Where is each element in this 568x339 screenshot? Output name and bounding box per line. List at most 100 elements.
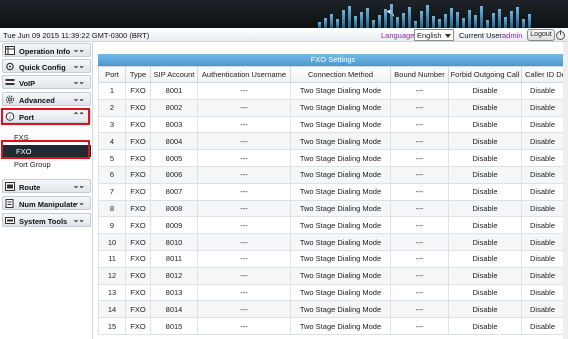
table-row[interactable]: 12 FXO 8012 --- Two Stage Dialing Mode --- Dis… (98, 266, 568, 285)
table-cell: FXO (125, 300, 151, 319)
table-cell: --- (197, 283, 291, 302)
gear-hand-icon (6, 62, 14, 71)
scrollbar[interactable] (563, 42, 568, 339)
table-row[interactable]: 6 FXO 8006 --- Two Stage Dialing Mode --- Disa… (98, 165, 568, 184)
equalizer-bar (372, 20, 375, 28)
sidebar: Operation Info ⌄⌄ Quick Config ⌄⌄ VoIP ⌄… (0, 42, 93, 339)
table-row[interactable]: 4 FXO 8004 --- Two Stage Dialing Mode --- Disa… (98, 132, 568, 151)
table-cell: --- (197, 82, 291, 100)
table-row[interactable]: 3 FXO 8003 --- Two Stage Dialing Mode --- Disa… (98, 115, 568, 134)
table-row[interactable]: 13 FXO 8013 --- Two Stage Dialing Mode --- Dis… (98, 283, 568, 302)
column-header: Bound Number (390, 66, 449, 83)
table-row[interactable]: 7 FXO 8007 --- Two Stage Dialing Mode --- Disa… (98, 182, 568, 201)
table-cell: --- (390, 199, 449, 218)
table-cell: --- (197, 165, 291, 184)
table-cell: --- (197, 98, 291, 117)
table-cell: Two Stage Dialing Mode (290, 165, 391, 184)
table-cell: --- (197, 132, 291, 151)
fxo-settings-table: Port Type SIP Account Authentication Use… (98, 66, 568, 335)
equalizer-bar (444, 14, 447, 28)
table-cell: 8009 (150, 216, 198, 235)
table-cell: Disable (448, 98, 522, 117)
table-cell: Disable (448, 82, 522, 100)
table-row[interactable]: 5 FXO 8005 --- Two Stage Dialing Mode --- Disa… (98, 149, 568, 167)
sidebar-item-num-manipulate[interactable]: Num Manipulate ⌄⌄ (2, 196, 91, 210)
table-cell: Two Stage Dialing Mode (290, 98, 391, 117)
table-header-row: Port Type SIP Account Authentication Use… (98, 66, 568, 83)
table-cell: Disable (521, 317, 568, 335)
table-cell: FXO (125, 132, 151, 151)
table-row[interactable]: 10 FXO 8010 --- Two Stage Dialing Mode --- Dis… (98, 233, 568, 251)
equalizer-bar (378, 15, 381, 28)
language-label: Language (381, 31, 415, 40)
equalizer-bar (438, 19, 441, 28)
table-cell: --- (390, 249, 449, 268)
table-row[interactable]: 11 FXO 8011 --- Two Stage Dialing Mode --- Dis… (98, 249, 568, 268)
equalizer-bar (456, 12, 459, 28)
table-cell: --- (390, 165, 449, 184)
table-cell: Disable (448, 300, 522, 319)
table-cell: Two Stage Dialing Mode (290, 317, 391, 335)
table-row[interactable]: 15 FXO 8015 --- Two Stage Dialing Mode --- Dis… (98, 317, 568, 335)
power-icon[interactable] (556, 30, 565, 40)
table-row[interactable]: 8 FXO 8008 --- Two Stage Dialing Mode --- Disa… (98, 199, 568, 218)
voip-icon (5, 79, 15, 85)
table-cell: --- (390, 182, 449, 201)
sidebar-item-label: System Tools (19, 217, 68, 226)
sidebar-item-quick-config[interactable]: Quick Config ⌄⌄ (2, 59, 91, 73)
sidebar-item-route[interactable]: Route ⌄⌄ (2, 179, 91, 193)
sidebar-subitem-port-group[interactable]: Port Group (14, 160, 51, 169)
table-cell: --- (197, 115, 291, 134)
table-cell: FXO (125, 182, 151, 201)
table-cell: FXO (125, 249, 151, 268)
sidebar-item-voip[interactable]: VoIP ⌄⌄ (2, 75, 91, 89)
equalizer-bar (366, 8, 369, 28)
table-cell: Two Stage Dialing Mode (290, 182, 391, 201)
table-cell: FXO (125, 82, 151, 100)
column-header: Connection Method (290, 66, 391, 83)
table-cell: Disable (448, 233, 522, 251)
tools-icon (5, 217, 15, 224)
equalizer-bar (510, 11, 513, 28)
table-cell: 8003 (150, 115, 198, 134)
table-cell: --- (390, 300, 449, 319)
table-cell: --- (390, 283, 449, 302)
info-grid-icon (5, 46, 15, 55)
table-cell: 10 (98, 233, 126, 251)
equalizer-bar (390, 4, 393, 28)
sidebar-item-label: Num Manipulate (19, 200, 77, 209)
equalizer-bar (384, 9, 387, 28)
table-cell: Disable (448, 182, 522, 201)
sidebar-item-advanced[interactable]: Advanced ⌄⌄ (2, 92, 91, 106)
sidebar-item-operation-info[interactable]: Operation Info ⌄⌄ (2, 43, 91, 57)
table-cell: Two Stage Dialing Mode (290, 199, 391, 218)
table-cell: --- (390, 98, 449, 117)
language-select[interactable]: English (414, 29, 454, 41)
datetime-text: Tue Jun 09 2015 11:39:22 GMT-0300 (BRT) (3, 31, 150, 40)
equalizer-bar (480, 6, 483, 28)
table-cell: --- (197, 300, 291, 319)
table-row[interactable]: 2 FXO 8002 --- Two Stage Dialing Mode --- Disa… (98, 98, 568, 117)
table-cell: Two Stage Dialing Mode (290, 82, 391, 100)
column-header: Port (98, 66, 126, 83)
table-cell: 8001 (150, 82, 198, 100)
route-icon (5, 182, 15, 191)
logout-button[interactable]: Logout (527, 29, 555, 41)
table-cell: --- (197, 216, 291, 235)
table-row[interactable]: 14 FXO 8014 --- Two Stage Dialing Mode --- Dis… (98, 300, 568, 319)
table-cell: FXO (125, 317, 151, 335)
table-cell: Disable (448, 317, 522, 335)
table-cell: 6 (98, 165, 126, 184)
table-row[interactable]: 9 FXO 8009 --- Two Stage Dialing Mode --- Disa… (98, 216, 568, 235)
sidebar-item-system-tools[interactable]: System Tools ⌄⌄ (2, 213, 91, 227)
table-cell: 15 (98, 317, 126, 335)
language-value: English (417, 31, 442, 40)
table-cell: FXO (125, 266, 151, 285)
table-cell: 8 (98, 199, 126, 218)
table-cell: --- (390, 266, 449, 285)
equalizer-bar (528, 14, 531, 28)
table-cell: Disable (448, 115, 522, 134)
cog-icon (6, 95, 14, 104)
equalizer-bar (336, 19, 339, 28)
table-row[interactable]: 1 FXO 8001 --- Two Stage Dialing Mode --- Disa… (98, 82, 568, 100)
